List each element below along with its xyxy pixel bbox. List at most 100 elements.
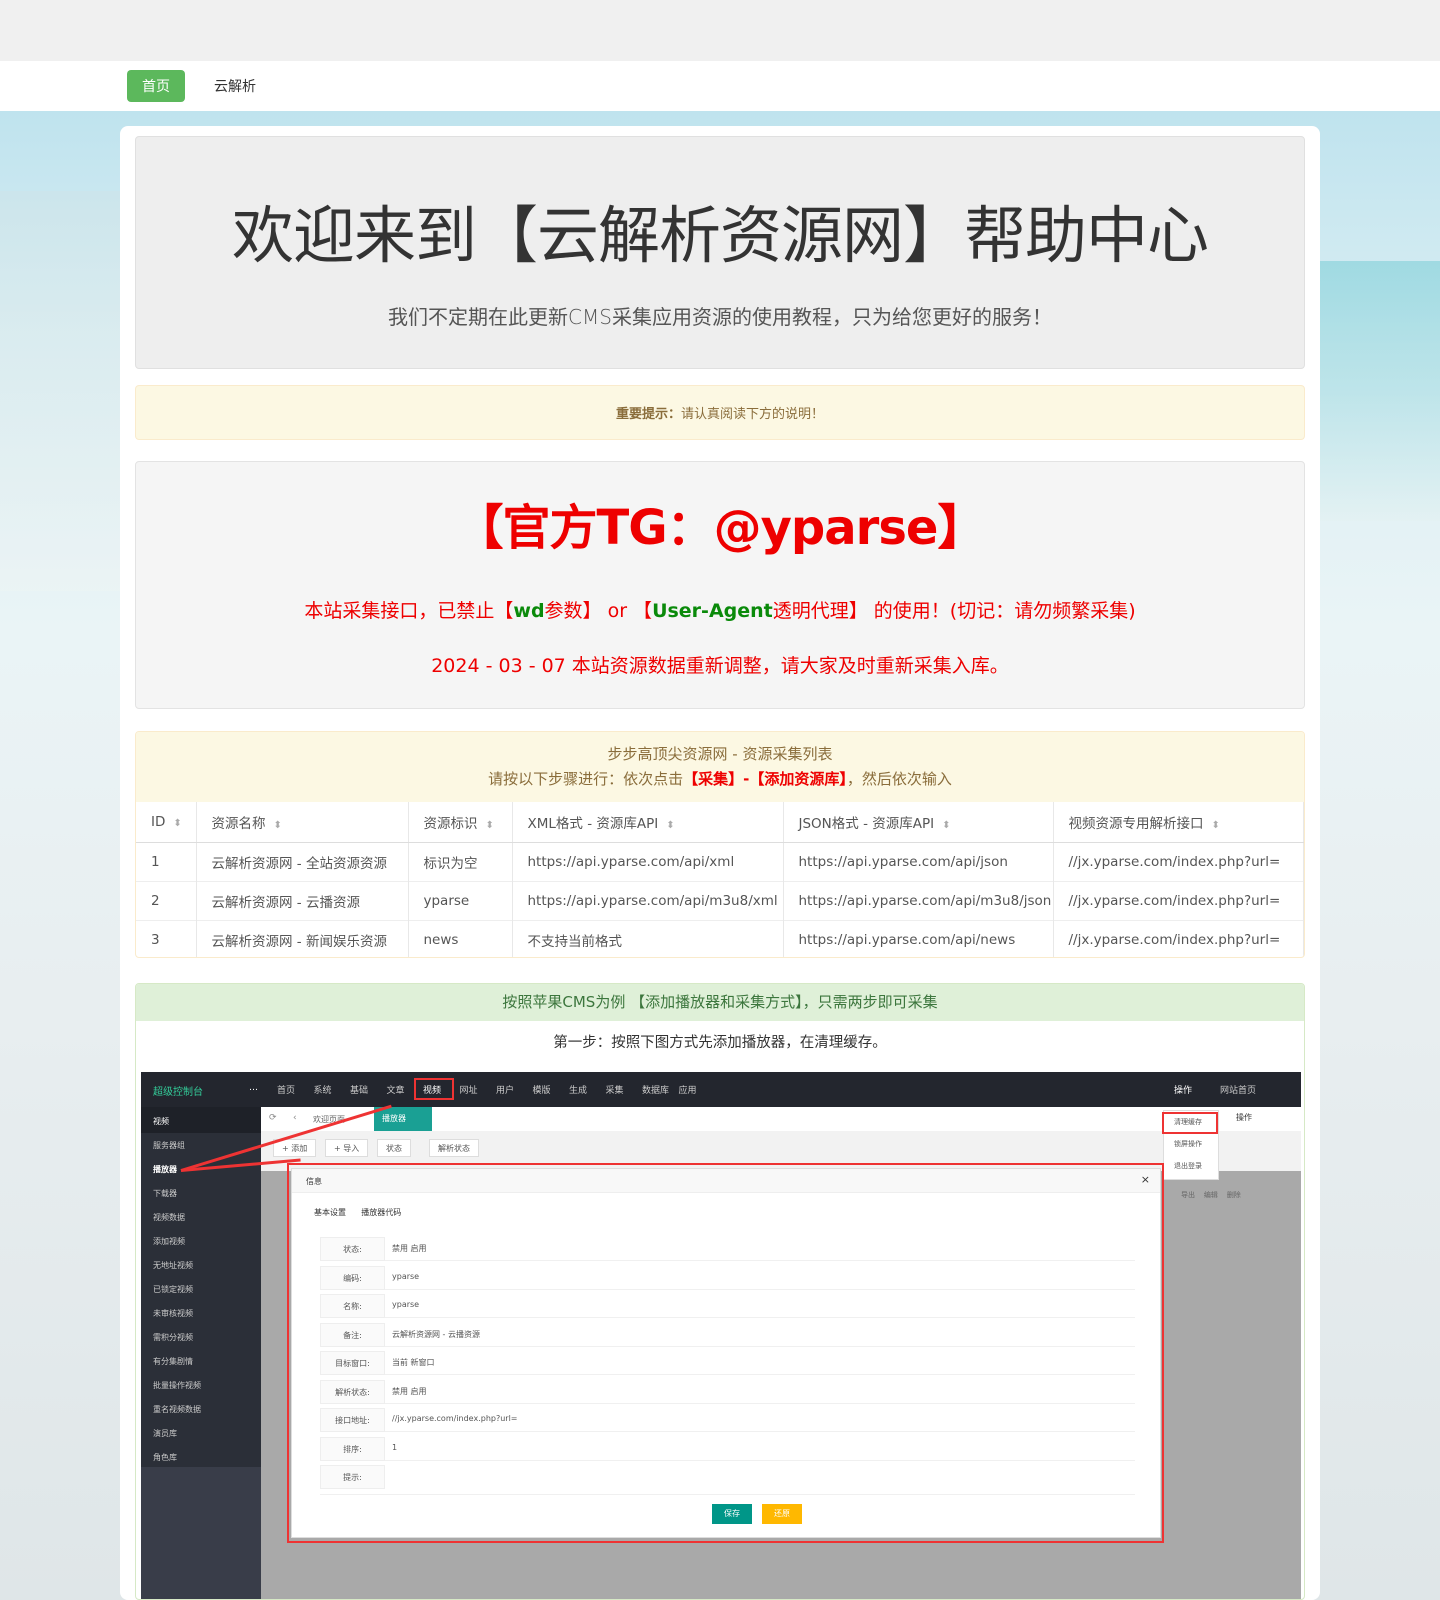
sort-icon[interactable]: ⬍ bbox=[173, 818, 181, 829]
table-header-1[interactable]: 资源名称 ⬍ bbox=[196, 802, 409, 843]
table-cell[interactable]: https://api.yparse.com/api/m3u8/json bbox=[783, 880, 1054, 920]
ban-text-c: 透明代理】 的使用！(切记：请勿频繁采集) bbox=[772, 600, 1136, 622]
resource-table: ID ⬍ 资源名称 ⬍ 资源标识 ⬍ XML格式 - 资源库API ⬍ JSON格式 - 资源库… bbox=[136, 802, 1304, 957]
row-op-export[interactable]: 导出 bbox=[1181, 1191, 1195, 1199]
column-label: ID bbox=[151, 813, 166, 830]
table-header-3[interactable]: XML格式 - 资源库API ⬍ bbox=[512, 802, 784, 843]
cms-tool-button[interactable]: 状态 bbox=[377, 1139, 411, 1157]
cms-site-home[interactable]: 网站首页 bbox=[1220, 1083, 1256, 1096]
important-notice: 重要提示： 请认真阅读下方的说明！ bbox=[135, 385, 1305, 440]
table-row: 1 云解析资源网 - 全站资源资源 标识为空 https://api.yparse.c… bbox=[136, 841, 1304, 881]
table-cell: 云解析资源网 - 全站资源资源 bbox=[196, 841, 409, 881]
cms-side-item[interactable]: 演员库 bbox=[141, 1421, 261, 1445]
table-header-2[interactable]: 资源标识 ⬍ bbox=[408, 802, 513, 843]
guide-panel: 按照苹果CMS为例 【添加播放器和采集方式】，只需两步即可采集 第一步：按照下图… bbox=[135, 983, 1305, 1600]
lock-screen-item[interactable]: 锁屏操作 bbox=[1164, 1133, 1218, 1155]
row-op-edit[interactable]: 编辑 bbox=[1204, 1191, 1218, 1199]
ban-notice: 本站采集接口，已禁止【wd参数】 or 【User-Agent透明代理】 的使用… bbox=[136, 596, 1304, 623]
cms-menu-item[interactable]: 首页 bbox=[277, 1083, 295, 1096]
sort-icon[interactable]: ⬍ bbox=[274, 820, 282, 831]
sort-icon[interactable]: ⬍ bbox=[666, 820, 674, 831]
nav-link-yunjiexi[interactable]: 云解析 bbox=[214, 70, 256, 102]
table-cell[interactable]: //jx.yparse.com/index.php?url= bbox=[1053, 919, 1304, 957]
table-cell[interactable]: 不支持当前格式 bbox=[512, 919, 784, 957]
cms-side-item[interactable]: 有分集剧情 bbox=[141, 1349, 261, 1373]
table-cell: news bbox=[408, 919, 513, 957]
cms-menu-item[interactable]: 数据库 bbox=[642, 1083, 669, 1096]
resource-instruction: 请按以下步骤进行：依次点击【采集】-【添加资源库】，然后依次输入 bbox=[136, 767, 1304, 792]
sort-icon[interactable]: ⬍ bbox=[942, 820, 950, 831]
cms-sidebar-tail bbox=[141, 1467, 261, 1599]
table-cell: 云解析资源网 - 云播资源 bbox=[196, 880, 409, 920]
ban-wd: wd bbox=[513, 600, 545, 622]
tg-title: 【官方TG：@yparse】 bbox=[455, 500, 986, 556]
table-cell[interactable]: https://api.yparse.com/api/m3u8/xml bbox=[512, 880, 784, 920]
row-op-delete[interactable]: 删除 bbox=[1227, 1191, 1241, 1199]
ban-text-a: 本站采集接口，已禁止【 bbox=[304, 600, 514, 622]
cms-side-head[interactable]: 视频 bbox=[141, 1107, 261, 1133]
table-cell: 云解析资源网 - 新闻娱乐资源 bbox=[196, 919, 409, 957]
resource-panel-head: 步步高顶尖资源网 - 资源采集列表 请按以下步骤进行：依次点击【采集】-【添加资… bbox=[136, 732, 1304, 802]
logout-item[interactable]: 退出登录 bbox=[1164, 1155, 1218, 1177]
highlight-video-menu bbox=[414, 1078, 454, 1100]
cms-menu-item[interactable]: 应用 bbox=[679, 1083, 697, 1096]
notice-label: 重要提示： bbox=[615, 407, 681, 422]
refresh-icon[interactable]: ⟳ bbox=[269, 1113, 277, 1123]
cms-menu-item[interactable]: 系统 bbox=[314, 1083, 332, 1096]
resource-panel-title: 步步高顶尖资源网 - 资源采集列表 bbox=[607, 745, 833, 763]
resource-list-panel: 步步高顶尖资源网 - 资源采集列表 请按以下步骤进行：依次点击【采集】-【添加资… bbox=[135, 731, 1305, 958]
table-cell[interactable]: https://api.yparse.com/api/xml bbox=[512, 841, 784, 881]
guide-step1: 第一步：按照下图方式先添加播放器，在清理缓存。 bbox=[553, 1035, 887, 1051]
jumbotron: 欢迎来到【云解析资源网】帮助中心 我们不定期在此更新CMS采集应用资源的使用教程… bbox=[135, 136, 1305, 369]
official-tg-panel: 【官方TG：@yparse】 本站采集接口，已禁止【wd参数】 or 【User… bbox=[135, 461, 1305, 709]
sort-icon[interactable]: ⬍ bbox=[1212, 820, 1220, 831]
cms-tool-button[interactable]: + 导入 bbox=[325, 1139, 369, 1157]
cms-menu-item[interactable]: 文章 bbox=[387, 1083, 405, 1096]
nav-home-button[interactable]: 首页 bbox=[127, 70, 185, 102]
cms-menu-item[interactable]: 网址 bbox=[460, 1083, 478, 1096]
cms-row-ops: 导出 编辑 删除 bbox=[1181, 1190, 1241, 1200]
column-label: 视频资源专用解析接口 bbox=[1068, 815, 1204, 832]
cms-menu-item[interactable]: 采集 bbox=[606, 1083, 624, 1096]
top-navbar: 首页 云解析 bbox=[0, 61, 1440, 111]
cms-side-item[interactable]: 未审核视频 bbox=[141, 1301, 261, 1325]
cms-ops-button[interactable]: 操作 bbox=[1236, 1112, 1252, 1123]
table-cell[interactable]: //jx.yparse.com/index.php?url= bbox=[1053, 880, 1304, 920]
cms-side-item[interactable]: 下载器 bbox=[141, 1181, 261, 1205]
cms-logo: 超级控制台 bbox=[153, 1087, 203, 1098]
table-header-5[interactable]: 视频资源专用解析接口 ⬍ bbox=[1053, 802, 1304, 843]
cms-tab-player[interactable]: 播放器 bbox=[374, 1107, 432, 1131]
cms-side-item[interactable]: 批量操作视频 bbox=[141, 1373, 261, 1397]
ban-text-b: 参数】 or 【 bbox=[544, 600, 653, 622]
cms-side-item[interactable]: 已锁定视频 bbox=[141, 1277, 261, 1301]
cms-side-item[interactable]: 角色库 bbox=[141, 1445, 261, 1469]
cms-menu-item[interactable]: 生成 bbox=[569, 1083, 587, 1096]
page-subtitle: 我们不定期在此更新CMS采集应用资源的使用教程，只为给您更好的服务！ bbox=[388, 305, 1052, 329]
column-label: XML格式 - 资源库API bbox=[527, 815, 659, 832]
instruction-b: ，然后依次输入 bbox=[846, 770, 952, 788]
cms-side-item[interactable]: 需积分视频 bbox=[141, 1325, 261, 1349]
cms-side-item[interactable]: 重名视频数据 bbox=[141, 1397, 261, 1421]
cms-side-item[interactable]: 视频数据 bbox=[141, 1205, 261, 1229]
table-cell[interactable]: https://api.yparse.com/api/json bbox=[783, 841, 1054, 881]
column-label: JSON格式 - 资源库API bbox=[798, 815, 935, 832]
cms-side-item[interactable]: 无地址视频 bbox=[141, 1253, 261, 1277]
table-row: 2 云解析资源网 - 云播资源 yparse https://api.yparse.c… bbox=[136, 880, 1304, 920]
sort-icon[interactable]: ⬍ bbox=[486, 820, 494, 831]
cms-side-item[interactable]: 添加视频 bbox=[141, 1229, 261, 1253]
cms-ops-menu[interactable]: 操作 bbox=[1174, 1083, 1192, 1096]
table-header-0[interactable]: ID ⬍ bbox=[136, 802, 197, 843]
cms-menu-item[interactable]: 用户 bbox=[496, 1083, 514, 1096]
highlight-clear-cache bbox=[1162, 1112, 1218, 1134]
guide-title: 按照苹果CMS为例 【添加播放器和采集方式】，只需两步即可采集 bbox=[136, 984, 1304, 1021]
chevron-left-icon[interactable]: ‹ bbox=[293, 1113, 297, 1123]
table-cell[interactable]: //jx.yparse.com/index.php?url= bbox=[1053, 841, 1304, 881]
table-cell[interactable]: https://api.yparse.com/api/news bbox=[783, 919, 1054, 957]
ban-ua: User-Agent bbox=[652, 600, 773, 622]
cms-screenshot: 超级控制台 … 首页 系统 基础 文章 视频 网址 用户 模版 生成 采集 数据库 应用 操作 网站首… bbox=[141, 1072, 1301, 1599]
cms-menu-item[interactable]: 模版 bbox=[533, 1083, 551, 1096]
cms-menu-item[interactable]: 基础 bbox=[350, 1083, 368, 1096]
cms-side-item[interactable]: 服务器组 bbox=[141, 1133, 261, 1157]
table-header-4[interactable]: JSON格式 - 资源库API ⬍ bbox=[783, 802, 1054, 843]
cms-tool-button[interactable]: 解析状态 bbox=[429, 1139, 479, 1157]
